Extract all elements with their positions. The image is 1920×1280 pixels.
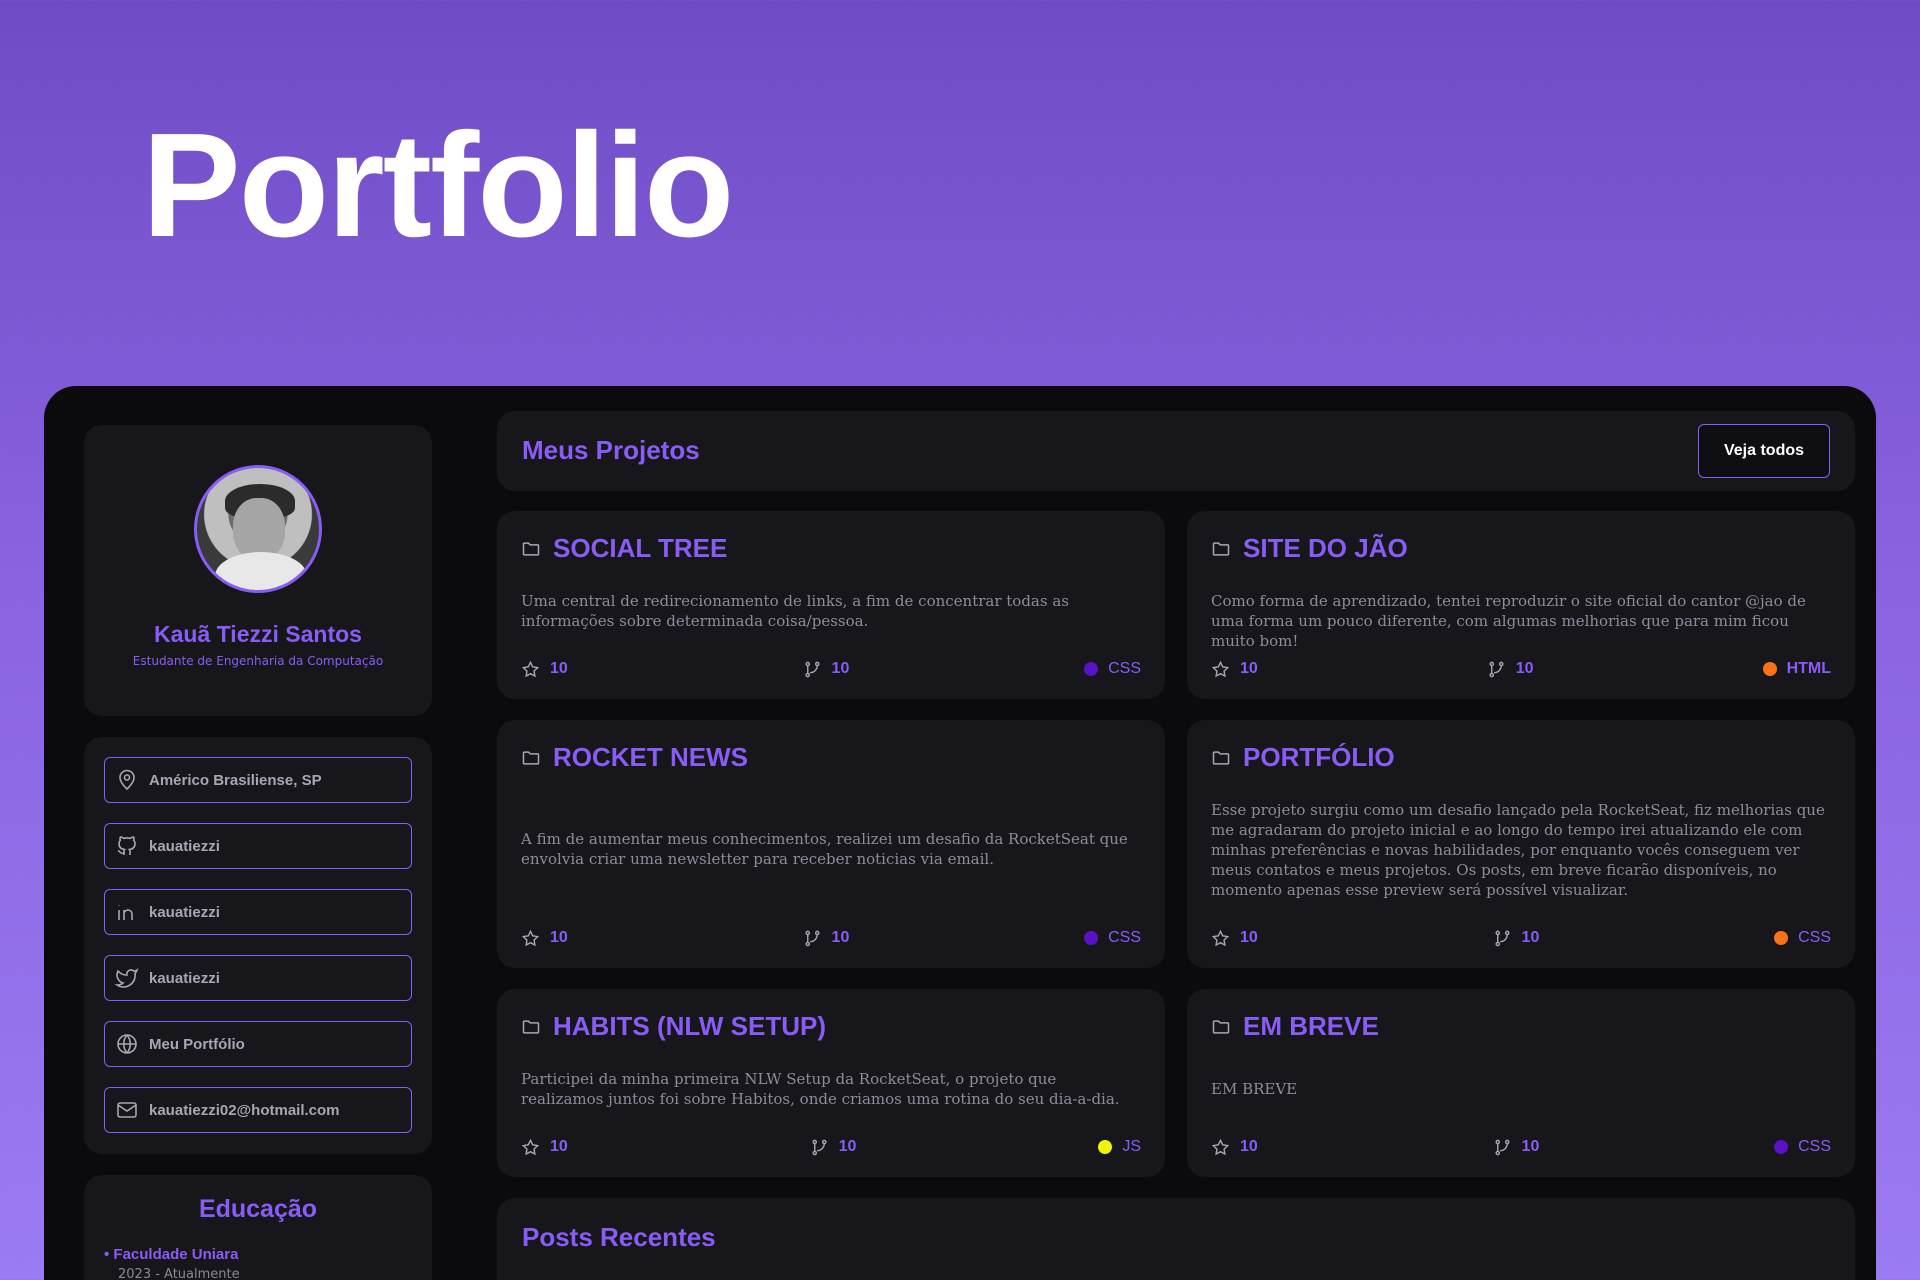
stars-stat: 10	[521, 660, 568, 679]
project-title: HABITS (NLW SETUP)	[553, 1011, 826, 1041]
git-branch-icon	[1489, 661, 1504, 677]
profile-name: Kauã Tiezzi Santos	[154, 621, 362, 647]
project-description: Participei da minha primeira NLW Setup d…	[521, 1070, 1120, 1108]
language-dot	[1098, 1140, 1113, 1154]
project-title: ROCKET NEWS	[553, 742, 748, 772]
contact-label: kauatiezzi	[149, 969, 220, 987]
folder-icon	[522, 1019, 540, 1034]
forks-stat: 10	[1493, 1138, 1539, 1157]
project-title: SITE DO JÃO	[1243, 533, 1408, 563]
contact-location[interactable]: Américo Brasiliense, SP	[104, 757, 412, 803]
profile-card: Kauã Tiezzi Santos Estudante de Engenhar…	[84, 425, 432, 716]
folder-icon	[522, 541, 540, 556]
project-card-site-do-jao[interactable]: SITE DO JÃO Como forma de aprendizado, t…	[1187, 511, 1855, 699]
folder-icon	[1212, 750, 1230, 765]
git-branch-icon	[1495, 1139, 1510, 1155]
git-branch-icon	[812, 1139, 827, 1155]
language-dot	[1084, 662, 1099, 676]
contact-email[interactable]: kauatiezzi02@hotmail.com	[104, 1087, 412, 1133]
folder-icon	[1212, 1019, 1230, 1034]
education-date: 2023 - Atualmente	[118, 1267, 240, 1280]
profile-role: Estudante de Engenharia da Computação	[132, 654, 384, 668]
star-icon	[521, 929, 540, 946]
forks-stat: 10	[1493, 929, 1539, 948]
language-dot	[1774, 1140, 1789, 1154]
project-title: PORTFÓLIO	[1243, 742, 1395, 772]
contact-label: kauatiezzi02@hotmail.com	[149, 1101, 340, 1119]
posts-title: Posts Recentes	[522, 1222, 716, 1252]
projects-header: Meus Projetos Veja todos	[497, 411, 1855, 491]
star-icon	[1211, 929, 1230, 946]
contact-label: kauatiezzi	[149, 903, 220, 921]
language-dot	[1774, 931, 1789, 945]
star-icon	[1211, 1138, 1230, 1155]
contact-label: kauatiezzi	[149, 837, 220, 855]
project-card-habits[interactable]: HABITS (NLW SETUP) Participei da minha p…	[497, 989, 1165, 1177]
see-all-button[interactable]: Veja todos	[1698, 424, 1830, 478]
contact-github[interactable]: kauatiezzi	[104, 823, 412, 869]
projects-title: Meus Projetos	[522, 435, 700, 465]
forks-stat: 10	[1487, 660, 1534, 679]
language-stat: CSS	[1774, 929, 1831, 947]
language-stat: CSS	[1084, 929, 1141, 947]
language-stat: JS	[1098, 1138, 1141, 1156]
project-title: SOCIAL TREE	[553, 533, 728, 563]
project-card-em-breve[interactable]: EM BREVE EM BREVE 10 10 CSS	[1187, 989, 1855, 1177]
project-description: Como forma de aprendizado, tentei reprod…	[1211, 592, 1806, 650]
git-branch-icon	[1495, 930, 1510, 946]
language-dot	[1084, 931, 1099, 945]
forks-stat: 10	[803, 929, 849, 948]
project-description: Uma central de redirecionamento de links…	[521, 592, 1069, 630]
hero-title: Portfolio	[142, 103, 734, 268]
project-description: A fim de aumentar meus conhecimentos, re…	[521, 830, 1128, 868]
project-description: EM BREVE	[1211, 1080, 1298, 1098]
stars-stat: 10	[1211, 660, 1258, 679]
star-icon	[521, 1138, 540, 1155]
language-dot	[1762, 662, 1777, 676]
education-title: Educação	[198, 1195, 318, 1223]
education-card: Educação • Faculdade Uniara 2023 - Atual…	[84, 1175, 432, 1280]
project-card-rocket-news[interactable]: ROCKET NEWS A fim de aumentar meus conhe…	[497, 720, 1165, 968]
location-pin-icon	[119, 769, 135, 791]
twitter-icon	[115, 968, 139, 988]
mail-icon	[117, 1102, 137, 1118]
star-icon	[521, 660, 540, 677]
forks-stat: 10	[810, 1138, 856, 1157]
star-icon	[1211, 660, 1230, 677]
contact-linkedin[interactable]: kauatiezzi	[104, 889, 412, 935]
avatar	[194, 465, 322, 593]
stars-stat: 10	[521, 929, 568, 948]
contact-label: Meu Portfólio	[149, 1035, 245, 1053]
project-card-portfolio[interactable]: PORTFÓLIO Esse projeto surgiu como um de…	[1187, 720, 1855, 968]
globe-icon	[117, 1034, 137, 1054]
contact-portfolio[interactable]: Meu Portfólio	[104, 1021, 412, 1067]
folder-icon	[1212, 541, 1230, 556]
education-item: • Faculdade Uniara	[104, 1246, 239, 1263]
contact-twitter[interactable]: kauatiezzi	[104, 955, 412, 1001]
contacts-card: Américo Brasiliense, SP kauatiezzi kauat…	[84, 737, 432, 1154]
folder-icon	[522, 750, 540, 765]
stars-stat: 10	[521, 1138, 568, 1157]
language-stat: HTML	[1762, 660, 1831, 678]
project-description: Esse projeto surgiu como um desafio lanç…	[1211, 801, 1825, 899]
git-branch-icon	[805, 661, 820, 677]
forks-stat: 10	[803, 660, 849, 679]
project-card-social-tree[interactable]: SOCIAL TREE Uma central de redirecioname…	[497, 511, 1165, 699]
github-icon	[117, 836, 136, 855]
contact-label: Américo Brasiliense, SP	[149, 771, 322, 789]
stars-stat: 10	[1211, 929, 1258, 948]
language-stat: CSS	[1084, 660, 1141, 678]
posts-section: Posts Recentes	[497, 1198, 1855, 1280]
language-stat: CSS	[1774, 1138, 1831, 1156]
stars-stat: 10	[1211, 1138, 1258, 1157]
linkedin-icon	[118, 905, 133, 920]
git-branch-icon	[805, 930, 820, 946]
project-title: EM BREVE	[1243, 1011, 1379, 1041]
